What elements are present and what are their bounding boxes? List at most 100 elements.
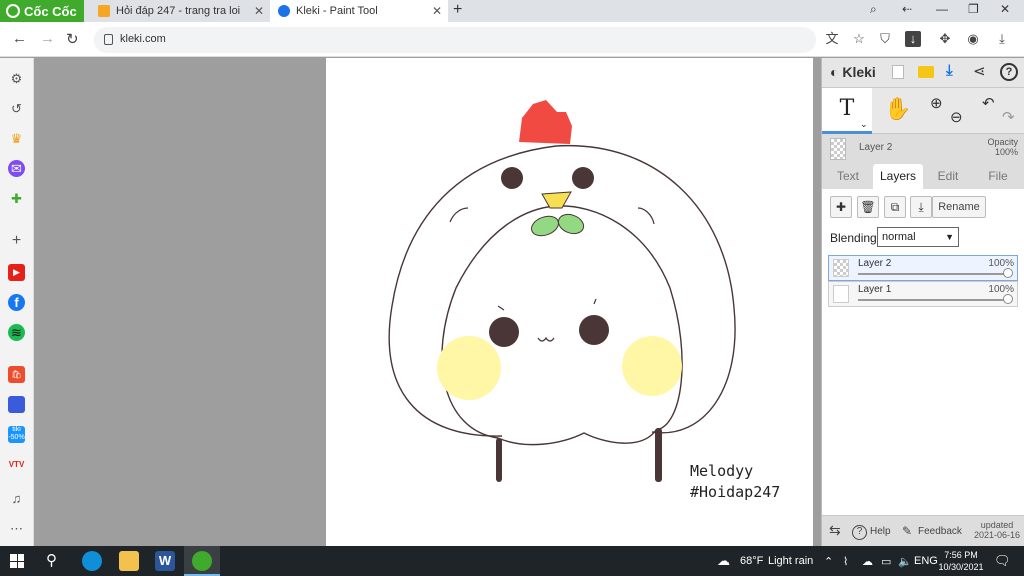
duplicate-layer-button[interactable]: ⧉ <box>884 196 906 218</box>
coccoc-taskbar-icon <box>192 551 212 571</box>
open-folder-icon[interactable] <box>918 66 934 78</box>
add-layer-button[interactable]: ✚ <box>830 196 852 218</box>
tab-hoidap[interactable]: Hỏi đáp 247 - trang tra loi ✕ <box>90 0 270 22</box>
chick-comb <box>519 100 572 144</box>
layer-row-layer-2[interactable]: Layer 2 100% <box>828 255 1018 281</box>
tab-search-icon[interactable]: ⌕ <box>870 2 877 17</box>
language-indicator[interactable]: ENG <box>914 555 938 567</box>
drawing-canvas[interactable]: Melodyy #Hoidap247 <box>326 58 813 546</box>
add-app-icon[interactable]: + <box>8 232 25 249</box>
cheek-left <box>437 336 501 400</box>
temperature[interactable]: 68°F <box>740 555 763 567</box>
vtv-icon[interactable]: VTV <box>8 456 25 473</box>
restore-icon[interactable]: ❐ <box>968 2 979 16</box>
delete-layer-button[interactable]: 🗑 <box>857 196 879 218</box>
coccoc-logo-icon <box>6 4 20 18</box>
shopee-icon[interactable]: 🛍 <box>8 366 25 383</box>
game-controller-icon[interactable]: ✚ <box>8 190 25 207</box>
redo-icon[interactable]: ↷ <box>1002 108 1015 126</box>
help-icon[interactable]: ? <box>1000 63 1018 81</box>
minimize-icon[interactable]: — <box>936 2 948 16</box>
bookmark-star-icon[interactable]: ☆ <box>851 31 867 47</box>
youtube-icon[interactable]: ▶ <box>8 264 25 281</box>
swap-sides-icon[interactable]: ⇆ <box>829 522 841 539</box>
word-icon[interactable]: W <box>155 551 175 571</box>
profile-icon[interactable]: ◉ <box>965 31 981 47</box>
undo-icon[interactable]: ↶ <box>982 94 995 112</box>
merge-layer-button[interactable]: ⤓ <box>910 196 932 218</box>
weather-text[interactable]: Light rain <box>768 555 813 567</box>
windows-start-icon[interactable] <box>10 554 24 568</box>
cloud-sync-icon[interactable]: ☁ <box>862 555 873 568</box>
tab-text[interactable]: Text <box>823 164 873 189</box>
tab-file[interactable]: File <box>973 164 1023 189</box>
opacity-value: 100% <box>994 147 1018 157</box>
game-app-icon[interactable] <box>8 396 25 413</box>
back-icon[interactable]: ← <box>12 30 27 47</box>
extensions-icon[interactable]: ✥ <box>937 31 953 47</box>
tiki-icon[interactable]: tiki -50% <box>8 426 25 443</box>
browser-sidebar: ⚙ ↺ ♛ ✉ ✚ + ▶ f ≋ 🛍 tiki -50% VTV ♫ ⋯ <box>0 58 34 546</box>
layer-opacity-slider-track[interactable] <box>858 299 1006 301</box>
edge-icon[interactable] <box>82 551 102 571</box>
back-arrow-icon[interactable]: ⇠ <box>902 2 912 16</box>
network-icon[interactable]: ⌇ <box>843 555 848 568</box>
leg-right <box>655 428 662 482</box>
spotify-icon[interactable]: ≋ <box>8 324 25 341</box>
messenger-icon[interactable]: ✉ <box>8 160 25 177</box>
kleki-logo[interactable]: ◐ Kleki <box>830 64 876 80</box>
blending-label: Blending <box>830 231 877 245</box>
coccoc-taskbar-button[interactable] <box>184 546 220 576</box>
zoom-out-icon[interactable]: ⊖ <box>950 108 963 126</box>
tab-edit[interactable]: Edit <box>923 164 973 189</box>
notification-bell-icon[interactable]: ♫ <box>8 490 25 507</box>
close-tab-icon[interactable]: ✕ <box>432 4 442 18</box>
notification-center-icon[interactable]: 🗨 <box>994 553 1011 569</box>
layer-opacity-slider-knob[interactable] <box>1003 268 1013 278</box>
text-tool-button[interactable]: T ⌄ <box>822 88 872 134</box>
downloads-icon[interactable]: ⤓ <box>994 31 1010 47</box>
file-explorer-icon[interactable] <box>119 551 139 571</box>
battery-icon[interactable]: ▭ <box>881 555 891 568</box>
tab-layers[interactable]: Layers <box>873 164 923 189</box>
browser-brand[interactable]: Cốc Cốc <box>0 0 84 22</box>
layer-name: Layer 1 <box>858 284 892 295</box>
feedback-link[interactable]: Feedback <box>918 526 962 537</box>
close-tab-icon[interactable]: ✕ <box>254 4 264 18</box>
rename-layer-button[interactable]: Rename <box>932 196 986 218</box>
new-tab-button[interactable]: + <box>453 1 462 19</box>
address-bar[interactable]: kleki.com <box>94 27 816 53</box>
layer-row-layer-1[interactable]: Layer 1 100% <box>828 281 1018 307</box>
save-download-icon[interactable]: ⤓ <box>946 62 953 79</box>
feedback-icon: ✎ <box>902 524 913 538</box>
screen: Cốc Cốc Hỏi đáp 247 - trang tra loi ✕ Kl… <box>0 0 1024 576</box>
crown-icon[interactable]: ♛ <box>8 130 25 147</box>
layer-name: Layer 2 <box>858 258 892 269</box>
layer-opacity-slider-knob[interactable] <box>1003 294 1013 304</box>
more-icon[interactable]: ⋯ <box>8 520 25 537</box>
translate-icon[interactable]: 文 <box>824 31 840 47</box>
current-layer-thumbnail <box>830 138 846 160</box>
history-icon[interactable]: ↺ <box>8 100 25 117</box>
download-page-icon[interactable]: ↓ <box>905 31 921 47</box>
help-circle-icon: ? <box>852 525 867 540</box>
new-image-icon[interactable] <box>892 65 904 79</box>
windows-taskbar: ⚲ W ☁ 68°F Light rain ⌃ ⌇ ☁ ▭ 🔈 ENG 7:56… <box>0 546 1024 576</box>
share-icon[interactable]: ⋖ <box>973 62 986 80</box>
clock[interactable]: 7:56 PM 10/30/2021 <box>938 549 984 573</box>
blending-select[interactable]: normal ▼ <box>877 227 959 247</box>
layer-opacity-slider-track[interactable] <box>858 273 1006 275</box>
hand-tool-icon[interactable]: ✋ <box>884 96 911 122</box>
zoom-in-icon[interactable]: ⊕ <box>930 94 943 112</box>
facebook-icon[interactable]: f <box>8 294 25 311</box>
reload-icon[interactable]: ↻ <box>66 30 79 48</box>
close-window-icon[interactable]: ✕ <box>1000 2 1010 16</box>
tab-kleki[interactable]: Kleki - Paint Tool ✕ <box>270 0 448 22</box>
search-icon[interactable]: ⚲ <box>46 551 57 569</box>
forward-icon[interactable]: → <box>40 30 55 47</box>
tray-chevron-icon[interactable]: ⌃ <box>824 555 833 568</box>
volume-icon[interactable]: 🔈 <box>898 555 912 568</box>
settings-gear-icon[interactable]: ⚙ <box>8 70 25 87</box>
help-link[interactable]: Help <box>870 526 891 537</box>
shield-icon[interactable]: ⛉ <box>877 31 893 47</box>
